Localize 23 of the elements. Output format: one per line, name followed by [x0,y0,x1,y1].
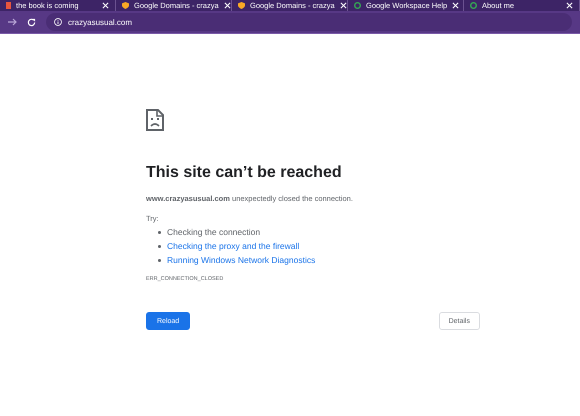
bullet-icon [158,230,161,234]
suggestion-link[interactable]: Running Windows Network Diagnostics [167,255,316,265]
close-icon[interactable] [102,2,109,9]
ring-icon [470,2,477,9]
error-title: This site can’t be reached [146,164,343,182]
close-icon[interactable] [224,2,231,9]
address-bar[interactable]: crazyasusual.com [46,13,572,31]
bullet-icon [158,258,161,262]
close-icon[interactable] [340,2,347,9]
url-text: crazyasusual.com [68,18,132,26]
suggestion-link[interactable]: Checking the proxy and the firewall [167,241,300,251]
page-icon [6,2,11,9]
close-icon[interactable] [566,2,573,9]
reload-icon[interactable] [27,18,36,26]
ring-icon [354,2,361,9]
sad-page-icon [146,109,164,131]
bullet-icon [158,244,161,248]
close-icon[interactable] [452,2,460,9]
shield-icon [122,2,129,9]
forward-arrow-icon[interactable] [8,18,17,26]
shield-icon [238,2,245,9]
suggestion-text: Checking the connection [167,227,260,237]
info-icon [54,18,62,26]
